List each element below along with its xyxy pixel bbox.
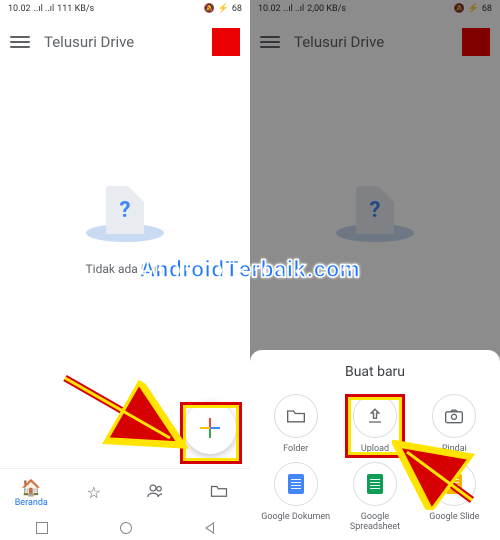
watermark-text: AndroidTerbaik.com [0, 256, 500, 283]
sheets-icon [353, 462, 397, 506]
create-docs-button[interactable]: Google Dokumen [256, 462, 335, 532]
status-time: 10.02 [8, 4, 31, 14]
highlight-fab [180, 402, 242, 464]
status-net: 111 KB/s [57, 4, 94, 14]
home-icon: 🏠 [21, 478, 41, 497]
nav-files[interactable] [188, 469, 251, 516]
create-slides-button[interactable]: Google Slide [415, 462, 494, 532]
search-input[interactable]: Telusuri Drive [40, 33, 202, 51]
camera-icon [432, 394, 476, 438]
create-docs-label: Google Dokumen [261, 512, 330, 522]
account-avatar[interactable] [212, 28, 240, 56]
slides-icon [432, 462, 476, 506]
bottom-nav: 🏠 Beranda ☆ [0, 468, 250, 516]
folder-icon [210, 483, 228, 502]
system-nav [0, 516, 250, 540]
mute-icon: 🔕 [203, 4, 214, 14]
top-bar: Telusuri Drive [0, 18, 250, 66]
sheet-title: Buat baru [256, 364, 494, 380]
arrow-annotation [60, 370, 190, 460]
back-button[interactable] [205, 522, 214, 534]
nav-home-label: Beranda [15, 498, 48, 508]
question-icon: ? [106, 186, 144, 234]
nav-shared[interactable] [125, 469, 188, 516]
create-scan-label: Pindai [442, 444, 467, 454]
empty-illustration: ? [80, 186, 170, 248]
hamburger-icon[interactable] [10, 36, 30, 48]
create-sheets-label: Google Spreadsheet [335, 512, 414, 532]
people-icon [147, 483, 165, 502]
docs-icon [274, 462, 318, 506]
create-scan-button[interactable]: Pindai [415, 394, 494, 454]
nav-starred[interactable]: ☆ [63, 469, 126, 516]
folder-outline-icon [274, 394, 318, 438]
recents-button[interactable] [36, 522, 48, 534]
create-sheets-button[interactable]: Google Spreadsheet [335, 462, 414, 532]
status-battery: 68 [232, 4, 242, 14]
status-bar: 10.02 ..ıl ..ıl 111 KB/s 🔕 ⚡ 68 [0, 0, 250, 18]
star-icon: ☆ [87, 483, 101, 502]
highlight-upload [345, 394, 405, 458]
status-signal: ..ıl ..ıl [34, 4, 55, 14]
create-folder-button[interactable]: Folder [256, 394, 335, 454]
create-folder-label: Folder [283, 444, 308, 454]
home-button[interactable] [120, 522, 132, 534]
create-slides-label: Google Slide [429, 512, 479, 522]
nav-home[interactable]: 🏠 Beranda [0, 469, 63, 516]
battery-icon: ⚡ [218, 4, 229, 14]
